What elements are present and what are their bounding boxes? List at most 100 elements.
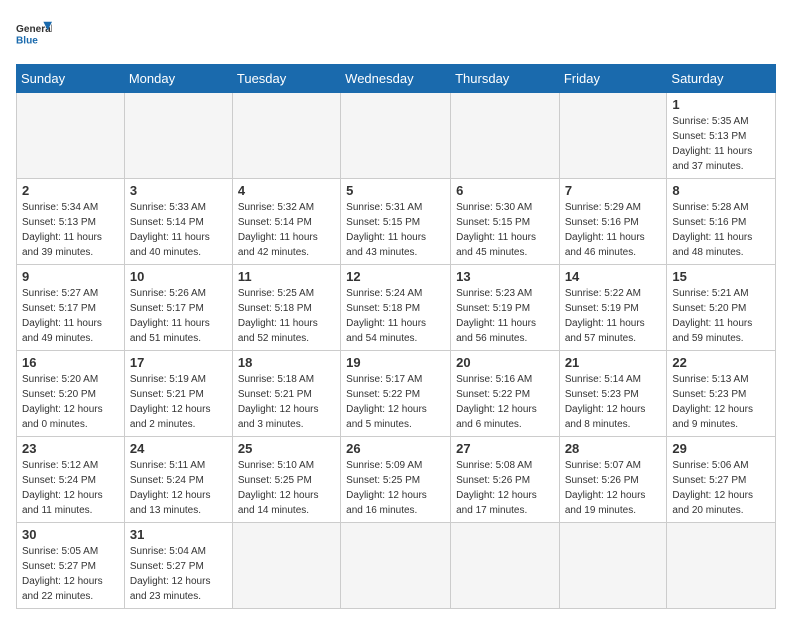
calendar-cell: 6 Sunrise: 5:30 AM Sunset: 5:15 PM Daylig… bbox=[451, 179, 560, 265]
day-number: 17 bbox=[130, 355, 227, 370]
day-info: Sunrise: 5:35 AM Sunset: 5:13 PM Dayligh… bbox=[672, 114, 770, 174]
weekday-header-row: SundayMondayTuesdayWednesdayThursdayFrid… bbox=[17, 65, 776, 93]
day-number: 29 bbox=[672, 441, 770, 456]
day-number: 31 bbox=[130, 527, 227, 542]
weekday-header-monday: Monday bbox=[124, 65, 232, 93]
calendar-week-2: 2 Sunrise: 5:34 AM Sunset: 5:13 PM Daylig… bbox=[17, 179, 776, 265]
day-info: Sunrise: 5:08 AM Sunset: 5:26 PM Dayligh… bbox=[456, 458, 554, 518]
weekday-header-tuesday: Tuesday bbox=[232, 65, 340, 93]
calendar-cell: 27 Sunrise: 5:08 AM Sunset: 5:26 PM Dayli… bbox=[451, 437, 560, 523]
calendar-cell: 8Sunrise: 5:28 AM Sunset: 5:16 PM Daylig… bbox=[667, 179, 776, 265]
day-number: 4 bbox=[238, 183, 335, 198]
calendar-cell: 25 Sunrise: 5:10 AM Sunset: 5:25 PM Dayli… bbox=[232, 437, 340, 523]
weekday-header-friday: Friday bbox=[559, 65, 667, 93]
day-number: 9 bbox=[22, 269, 119, 284]
day-number: 27 bbox=[456, 441, 554, 456]
calendar-cell: 12 Sunrise: 5:24 AM Sunset: 5:18 PM Dayli… bbox=[341, 265, 451, 351]
weekday-header-sunday: Sunday bbox=[17, 65, 125, 93]
day-info: Sunrise: 5:04 AM Sunset: 5:27 PM Dayligh… bbox=[130, 544, 227, 604]
day-number: 2 bbox=[22, 183, 119, 198]
calendar-cell: 5 Sunrise: 5:31 AM Sunset: 5:15 PM Daylig… bbox=[341, 179, 451, 265]
calendar-cell: 18 Sunrise: 5:18 AM Sunset: 5:21 PM Dayli… bbox=[232, 351, 340, 437]
calendar-cell bbox=[232, 93, 340, 179]
day-info: Sunrise: 5:26 AM Sunset: 5:17 PM Dayligh… bbox=[130, 286, 227, 346]
day-info: Sunrise: 5:18 AM Sunset: 5:21 PM Dayligh… bbox=[238, 372, 335, 432]
day-info: Sunrise: 5:28 AM Sunset: 5:16 PM Dayligh… bbox=[672, 200, 770, 260]
day-info: Sunrise: 5:20 AM Sunset: 5:20 PM Dayligh… bbox=[22, 372, 119, 432]
day-info: Sunrise: 5:30 AM Sunset: 5:15 PM Dayligh… bbox=[456, 200, 554, 260]
day-info: Sunrise: 5:24 AM Sunset: 5:18 PM Dayligh… bbox=[346, 286, 445, 346]
day-number: 16 bbox=[22, 355, 119, 370]
day-info: Sunrise: 5:22 AM Sunset: 5:19 PM Dayligh… bbox=[565, 286, 662, 346]
calendar-cell: 1Sunrise: 5:35 AM Sunset: 5:13 PM Daylig… bbox=[667, 93, 776, 179]
day-info: Sunrise: 5:27 AM Sunset: 5:17 PM Dayligh… bbox=[22, 286, 119, 346]
logo: General Blue bbox=[16, 16, 52, 52]
calendar-week-4: 16 Sunrise: 5:20 AM Sunset: 5:20 PM Dayli… bbox=[17, 351, 776, 437]
calendar-week-3: 9 Sunrise: 5:27 AM Sunset: 5:17 PM Daylig… bbox=[17, 265, 776, 351]
day-info: Sunrise: 5:09 AM Sunset: 5:25 PM Dayligh… bbox=[346, 458, 445, 518]
day-number: 19 bbox=[346, 355, 445, 370]
day-number: 15 bbox=[672, 269, 770, 284]
day-info: Sunrise: 5:06 AM Sunset: 5:27 PM Dayligh… bbox=[672, 458, 770, 518]
calendar-cell bbox=[17, 93, 125, 179]
calendar-cell bbox=[341, 93, 451, 179]
day-info: Sunrise: 5:10 AM Sunset: 5:25 PM Dayligh… bbox=[238, 458, 335, 518]
calendar-cell: 23 Sunrise: 5:12 AM Sunset: 5:24 PM Dayli… bbox=[17, 437, 125, 523]
day-number: 13 bbox=[456, 269, 554, 284]
day-number: 18 bbox=[238, 355, 335, 370]
calendar-cell bbox=[124, 93, 232, 179]
calendar-cell: 26 Sunrise: 5:09 AM Sunset: 5:25 PM Dayli… bbox=[341, 437, 451, 523]
calendar-cell: 7Sunrise: 5:29 AM Sunset: 5:16 PM Daylig… bbox=[559, 179, 667, 265]
calendar-cell: 11Sunrise: 5:25 AM Sunset: 5:18 PM Dayli… bbox=[232, 265, 340, 351]
day-number: 14 bbox=[565, 269, 662, 284]
calendar-cell: 31 Sunrise: 5:04 AM Sunset: 5:27 PM Dayli… bbox=[124, 523, 232, 609]
calendar-cell: 3 Sunrise: 5:33 AM Sunset: 5:14 PM Daylig… bbox=[124, 179, 232, 265]
day-info: Sunrise: 5:31 AM Sunset: 5:15 PM Dayligh… bbox=[346, 200, 445, 260]
calendar-cell: 16 Sunrise: 5:20 AM Sunset: 5:20 PM Dayli… bbox=[17, 351, 125, 437]
day-number: 12 bbox=[346, 269, 445, 284]
day-info: Sunrise: 5:12 AM Sunset: 5:24 PM Dayligh… bbox=[22, 458, 119, 518]
day-number: 28 bbox=[565, 441, 662, 456]
day-number: 23 bbox=[22, 441, 119, 456]
calendar-cell: 10 Sunrise: 5:26 AM Sunset: 5:17 PM Dayli… bbox=[124, 265, 232, 351]
day-info: Sunrise: 5:33 AM Sunset: 5:14 PM Dayligh… bbox=[130, 200, 227, 260]
day-number: 3 bbox=[130, 183, 227, 198]
day-number: 21 bbox=[565, 355, 662, 370]
calendar-cell bbox=[451, 523, 560, 609]
day-info: Sunrise: 5:19 AM Sunset: 5:21 PM Dayligh… bbox=[130, 372, 227, 432]
day-info: Sunrise: 5:11 AM Sunset: 5:24 PM Dayligh… bbox=[130, 458, 227, 518]
calendar-cell: 17 Sunrise: 5:19 AM Sunset: 5:21 PM Dayli… bbox=[124, 351, 232, 437]
day-info: Sunrise: 5:17 AM Sunset: 5:22 PM Dayligh… bbox=[346, 372, 445, 432]
day-info: Sunrise: 5:25 AM Sunset: 5:18 PM Dayligh… bbox=[238, 286, 335, 346]
day-number: 5 bbox=[346, 183, 445, 198]
calendar-cell: 28Sunrise: 5:07 AM Sunset: 5:26 PM Dayli… bbox=[559, 437, 667, 523]
logo-icon: General Blue bbox=[16, 16, 52, 52]
calendar-cell: 21Sunrise: 5:14 AM Sunset: 5:23 PM Dayli… bbox=[559, 351, 667, 437]
day-info: Sunrise: 5:21 AM Sunset: 5:20 PM Dayligh… bbox=[672, 286, 770, 346]
day-number: 24 bbox=[130, 441, 227, 456]
day-info: Sunrise: 5:16 AM Sunset: 5:22 PM Dayligh… bbox=[456, 372, 554, 432]
day-number: 30 bbox=[22, 527, 119, 542]
calendar-week-1: 1Sunrise: 5:35 AM Sunset: 5:13 PM Daylig… bbox=[17, 93, 776, 179]
calendar-cell: 14 Sunrise: 5:22 AM Sunset: 5:19 PM Dayli… bbox=[559, 265, 667, 351]
calendar-week-5: 23 Sunrise: 5:12 AM Sunset: 5:24 PM Dayli… bbox=[17, 437, 776, 523]
day-number: 6 bbox=[456, 183, 554, 198]
day-number: 26 bbox=[346, 441, 445, 456]
day-number: 20 bbox=[456, 355, 554, 370]
calendar-cell bbox=[667, 523, 776, 609]
day-info: Sunrise: 5:29 AM Sunset: 5:16 PM Dayligh… bbox=[565, 200, 662, 260]
day-number: 10 bbox=[130, 269, 227, 284]
day-number: 25 bbox=[238, 441, 335, 456]
day-info: Sunrise: 5:05 AM Sunset: 5:27 PM Dayligh… bbox=[22, 544, 119, 604]
day-info: Sunrise: 5:23 AM Sunset: 5:19 PM Dayligh… bbox=[456, 286, 554, 346]
calendar-cell: 29 Sunrise: 5:06 AM Sunset: 5:27 PM Dayli… bbox=[667, 437, 776, 523]
day-info: Sunrise: 5:34 AM Sunset: 5:13 PM Dayligh… bbox=[22, 200, 119, 260]
weekday-header-wednesday: Wednesday bbox=[341, 65, 451, 93]
calendar-cell bbox=[559, 93, 667, 179]
calendar-cell: 24 Sunrise: 5:11 AM Sunset: 5:24 PM Dayli… bbox=[124, 437, 232, 523]
calendar-cell bbox=[559, 523, 667, 609]
calendar-cell: 9 Sunrise: 5:27 AM Sunset: 5:17 PM Daylig… bbox=[17, 265, 125, 351]
calendar-week-6: 30 Sunrise: 5:05 AM Sunset: 5:27 PM Dayli… bbox=[17, 523, 776, 609]
weekday-header-saturday: Saturday bbox=[667, 65, 776, 93]
weekday-header-thursday: Thursday bbox=[451, 65, 560, 93]
